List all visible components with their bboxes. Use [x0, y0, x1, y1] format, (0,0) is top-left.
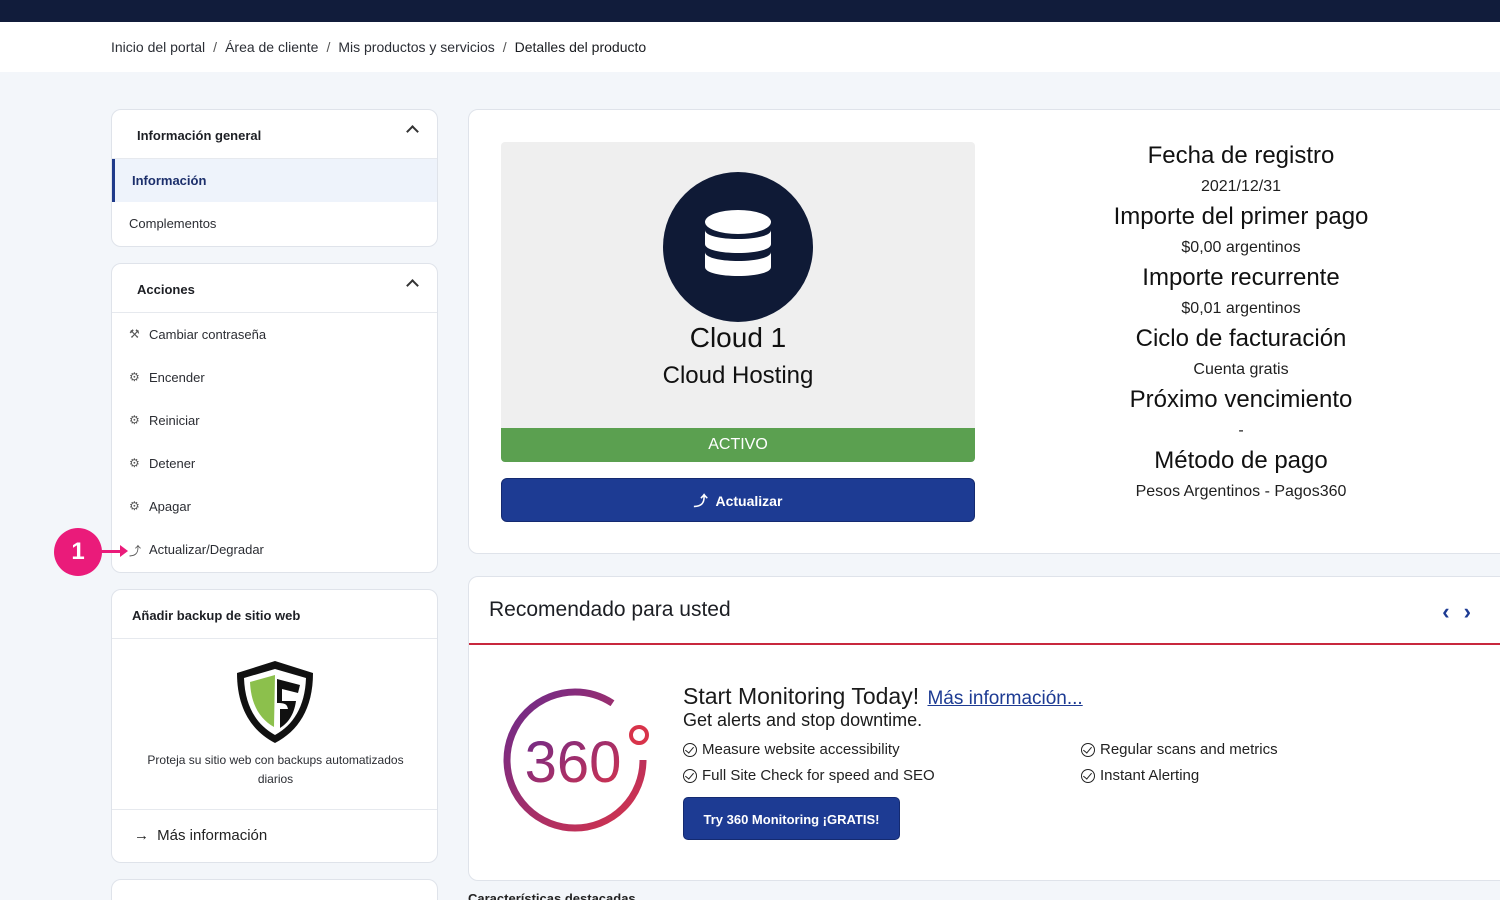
action-label: Detener: [149, 456, 196, 471]
detail-value: -: [1238, 422, 1244, 439]
detail-label: Importe del primer pago: [1113, 203, 1369, 230]
annotation-marker: 1: [54, 528, 102, 576]
check-circle-icon: [683, 768, 697, 783]
sidebar-item-complementos[interactable]: Complementos: [112, 202, 437, 245]
recommended-headline-row: Start Monitoring Today! Más información.…: [683, 683, 1083, 710]
feature-item: Measure website accessibility: [683, 741, 900, 758]
action-power-on[interactable]: ⚙ Encender: [112, 356, 437, 399]
detail-value: 2021/12/31: [1200, 178, 1282, 195]
action-label: Cambiar contraseña: [149, 327, 267, 342]
breadcrumb-products[interactable]: Mis productos y servicios: [338, 39, 494, 55]
product-card: Cloud 1 Cloud Hosting: [501, 142, 975, 428]
chevron-up-icon[interactable]: [406, 279, 419, 292]
gears-icon: ⚙: [129, 499, 140, 513]
recommended-title: Recomendado para usted: [489, 598, 731, 621]
check-circle-icon: [1081, 768, 1095, 783]
general-info-panel: Información general Información Compleme…: [111, 109, 438, 247]
check-circle-icon: [1081, 742, 1095, 757]
breadcrumb-bar: Inicio del portal / Área de cliente / Mis pr…: [0, 22, 1500, 72]
backup-title: Añadir backup de sitio web: [132, 608, 301, 623]
upgrade-button[interactable]: ⤴ Actualizar: [501, 478, 975, 522]
recommended-header: Recomendado para usted ‹ ›: [469, 577, 1500, 645]
action-change-password[interactable]: ⚒ Cambiar contraseña: [112, 313, 437, 356]
carousel-nav: ‹ ›: [1442, 599, 1471, 625]
feature-label: Instant Alerting: [1100, 767, 1200, 784]
actions-panel: Acciones ⚒ Cambiar contraseña ⚙ Encender ⚙…: [111, 263, 438, 573]
shield-logo-icon: [237, 661, 313, 743]
feature-label: Full Site Check for speed and SEO: [702, 767, 935, 784]
feature-item: Full Site Check for speed and SEO: [683, 767, 935, 784]
sidebar-item-informacion[interactable]: Información: [112, 159, 437, 202]
general-info-title: Información general: [137, 128, 262, 143]
arrow-right-icon: →: [134, 827, 149, 844]
detail-label: Método de pago: [1154, 447, 1328, 474]
feature-item: Regular scans and metrics: [1081, 741, 1278, 758]
breadcrumb-current: Detalles del producto: [514, 39, 647, 55]
general-info-header[interactable]: Información general: [112, 110, 437, 159]
backup-description: Proteja su sitio web con backups automat…: [147, 753, 404, 786]
recommended-headline: Start Monitoring Today!: [683, 683, 920, 709]
action-shutdown[interactable]: ⚙ Apagar: [112, 485, 437, 528]
chevron-left-icon[interactable]: ‹: [1442, 599, 1449, 624]
action-stop[interactable]: ⚙ Detener: [112, 442, 437, 485]
next-sidebar-panel: [111, 879, 438, 900]
database-icon-graphic: [705, 210, 771, 276]
upgrade-button-label: Actualizar: [715, 493, 783, 509]
gears-icon: ⚙: [129, 456, 140, 470]
detail-value: Cuenta gratis: [1193, 361, 1289, 378]
breadcrumb: Inicio del portal / Área de cliente / Mis pr…: [111, 39, 646, 55]
database-icon: [663, 172, 813, 322]
action-restart[interactable]: ⚙ Reiniciar: [112, 399, 437, 442]
check-circle-icon: [683, 742, 697, 757]
feature-item: Instant Alerting: [1081, 767, 1199, 784]
action-label: Apagar: [149, 499, 191, 514]
gears-icon: ⚙: [129, 413, 140, 427]
top-bar: [0, 0, 1500, 22]
breadcrumb-separator: /: [502, 39, 507, 55]
product-name: Cloud 1: [689, 322, 787, 353]
featured-heading: Características destacadas: [468, 891, 636, 900]
level-up-icon: ⤴: [693, 493, 708, 509]
recommended-subhead: Get alerts and stop downtime.: [683, 710, 923, 730]
backup-panel: Añadir backup de sitio web Proteja su si…: [111, 589, 438, 863]
actions-title: Acciones: [137, 282, 195, 297]
level-up-icon: ⤴: [129, 544, 142, 558]
key-icon: ⚒: [129, 327, 140, 341]
chevron-right-icon[interactable]: ›: [1464, 599, 1471, 624]
action-label: Encender: [149, 370, 205, 385]
action-label: Actualizar/Degradar: [149, 542, 264, 557]
feature-label: Regular scans and metrics: [1100, 741, 1278, 758]
try-monitoring-button[interactable]: Try 360 Monitoring ¡GRATIS!: [683, 797, 900, 840]
backup-more-info-link[interactable]: → Más información: [112, 809, 437, 863]
detail-label: Fecha de registro: [1147, 142, 1335, 169]
breadcrumb-separator: /: [213, 39, 218, 55]
action-upgrade-downgrade[interactable]: ⤴ Actualizar/Degradar: [112, 528, 437, 571]
detail-value: $0,00 argentinos: [1181, 239, 1301, 256]
actions-header[interactable]: Acciones: [112, 264, 437, 313]
more-info-link[interactable]: Más información...: [927, 688, 1082, 709]
logo-text: 360: [525, 730, 622, 795]
monitoring-360-logo-icon: 360: [503, 688, 649, 832]
product-group: Cloud Hosting: [662, 362, 814, 389]
breadcrumb-client-area[interactable]: Área de cliente: [225, 39, 318, 55]
breadcrumb-home[interactable]: Inicio del portal: [111, 39, 205, 55]
feature-label: Measure website accessibility: [702, 741, 900, 758]
chevron-up-icon[interactable]: [406, 125, 419, 138]
backup-header: Añadir backup de sitio web: [112, 590, 437, 639]
detail-label: Importe recurrente: [1142, 264, 1340, 291]
annotation-arrow: [100, 545, 128, 557]
action-label: Reiniciar: [149, 413, 200, 428]
backup-link-label: Más información: [157, 827, 268, 844]
detail-label: Ciclo de facturación: [1135, 325, 1347, 352]
detail-value: Pesos Argentinos - Pagos360: [1135, 483, 1347, 500]
product-details: Fecha de registro 2021/12/31 Importe del…: [1060, 142, 1422, 508]
status-badge: ACTIVO: [501, 428, 975, 462]
detail-value: $0,01 argentinos: [1181, 300, 1301, 317]
breadcrumb-separator: /: [326, 39, 331, 55]
backup-body-wrap: Proteja su sitio web con backups automat…: [112, 639, 437, 809]
gears-icon: ⚙: [129, 370, 140, 384]
detail-label: Próximo vencimiento: [1129, 386, 1353, 413]
